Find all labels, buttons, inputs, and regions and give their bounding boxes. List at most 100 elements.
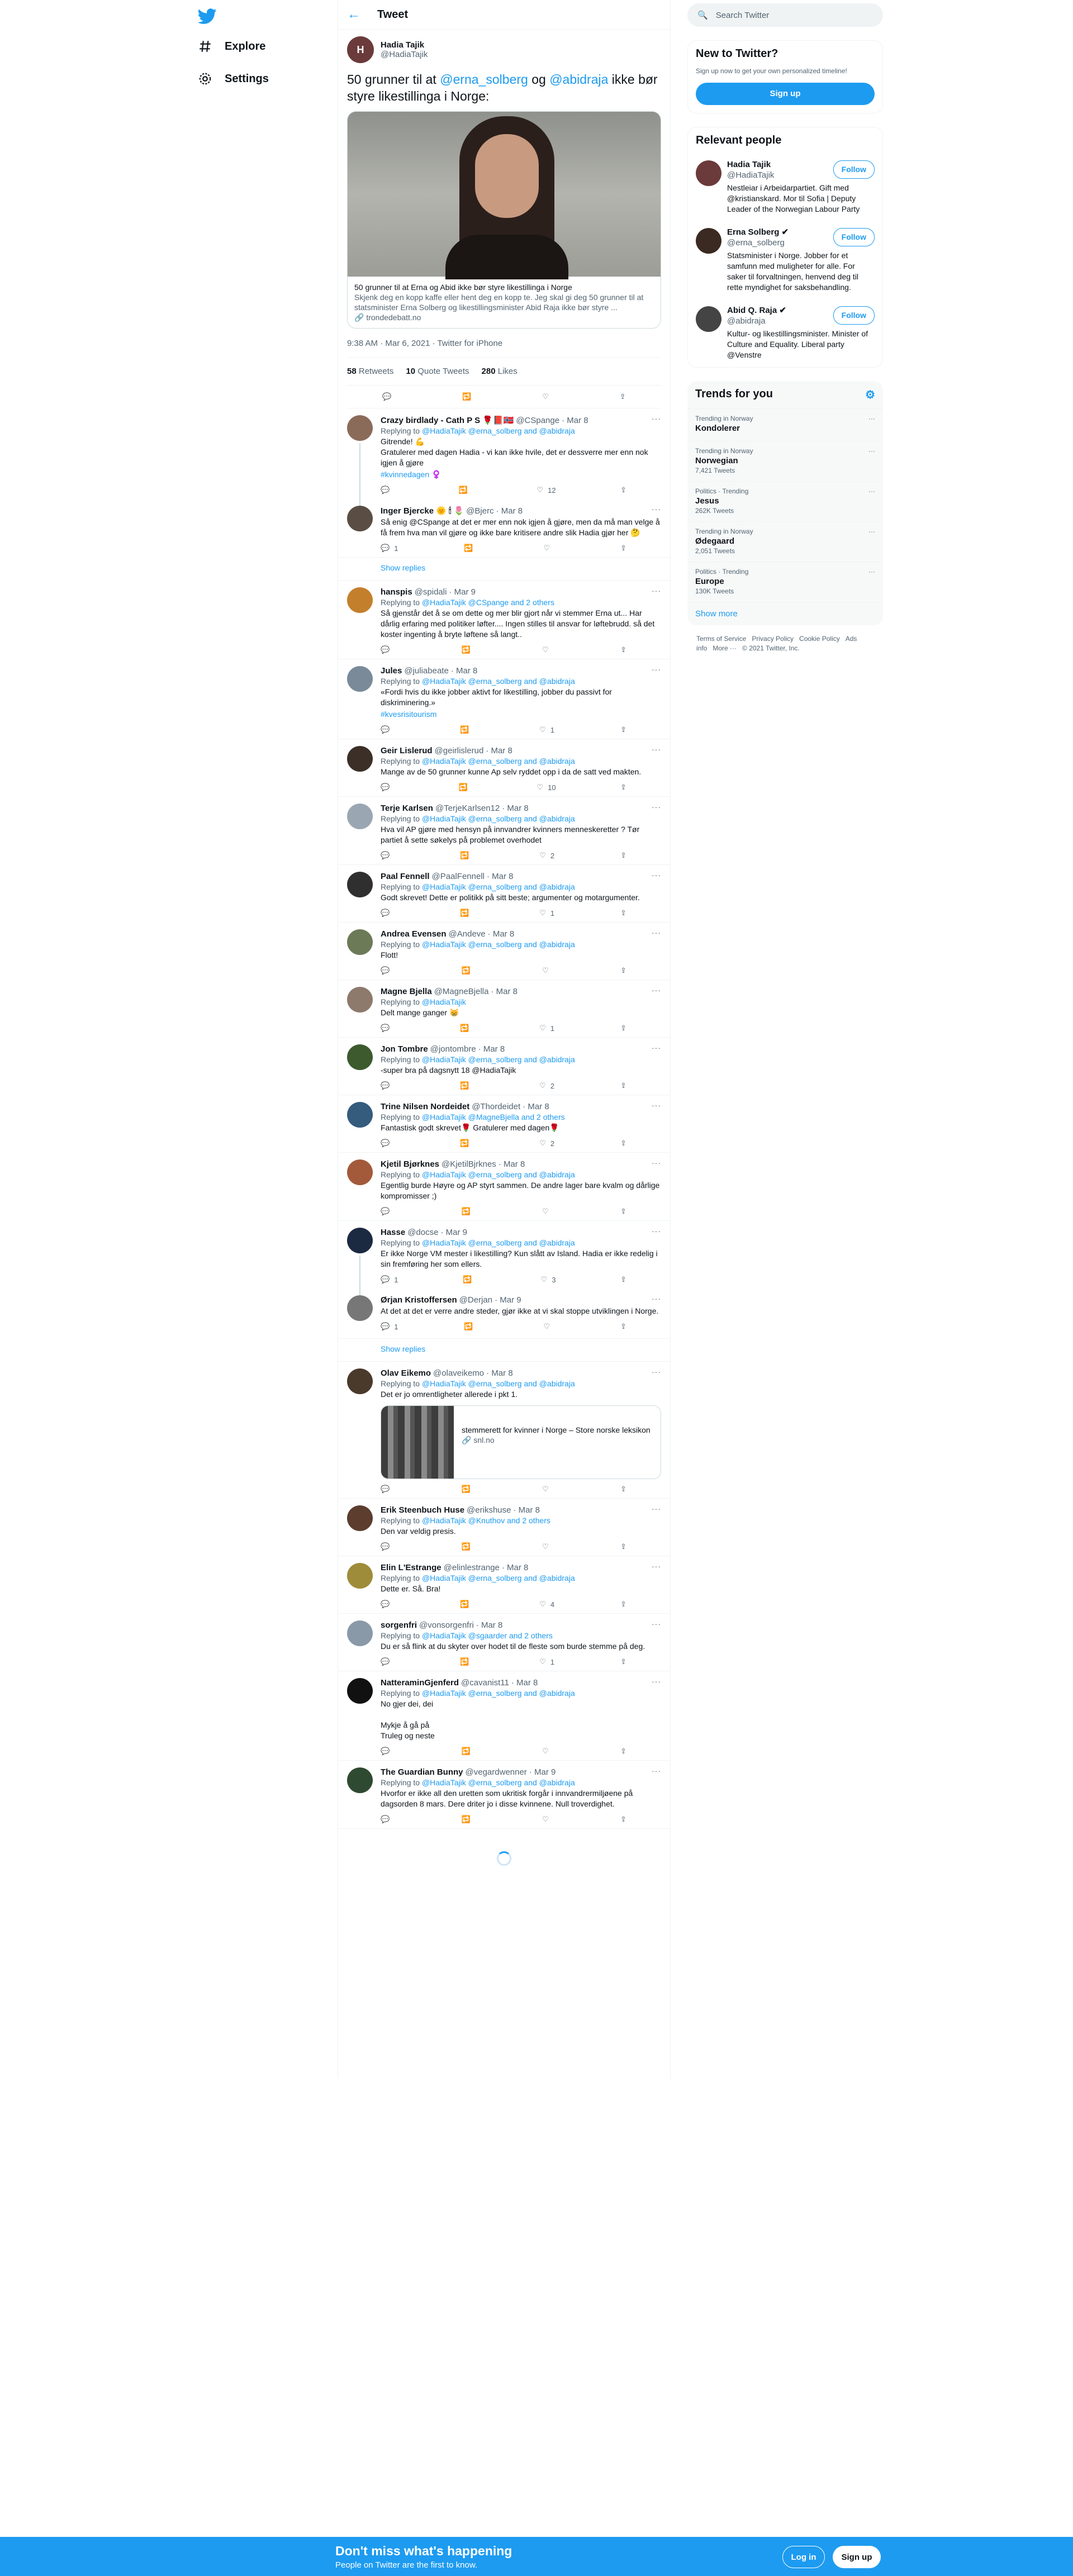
author-handle[interactable]: @Thordeidet — [472, 1102, 520, 1111]
tweet-date[interactable]: · Mar 8 — [476, 1620, 503, 1630]
avatar[interactable] — [696, 306, 721, 332]
author-name[interactable]: Trine Nilsen Nordeidet — [381, 1102, 469, 1111]
avatar[interactable] — [347, 1295, 373, 1321]
footer-link[interactable]: Cookie Policy — [799, 635, 840, 643]
tweet-date[interactable]: · Mar 8 — [502, 1563, 529, 1572]
like-icon[interactable]: ♡ — [542, 392, 549, 401]
share-icon[interactable]: ⇪ — [620, 1139, 626, 1148]
avatar[interactable] — [347, 1767, 373, 1793]
more-icon[interactable]: ··· — [652, 505, 661, 514]
author-name[interactable]: Olav Eikemo — [381, 1368, 431, 1378]
author-handle[interactable]: @MagneBjella — [434, 987, 489, 996]
reply-icon[interactable]: 💬 — [381, 966, 394, 975]
more-icon[interactable]: ··· — [652, 1504, 661, 1513]
author-handle[interactable]: @CSpange — [516, 416, 559, 425]
tweet-date[interactable]: · Mar 8 — [498, 1159, 525, 1169]
author-name[interactable]: Andrea Evensen — [381, 929, 447, 939]
tweet-date[interactable]: · Mar 9 — [440, 1228, 467, 1237]
trend-item[interactable]: Politics · Trending Europe 130K Tweets ··· — [687, 562, 883, 602]
avatar[interactable]: H — [347, 36, 374, 63]
like-icon[interactable]: ♡ 4 — [539, 1600, 554, 1609]
more-icon[interactable]: ··· — [652, 665, 661, 674]
author-handle[interactable]: @KjetilBjrknes — [441, 1159, 496, 1169]
more-icon[interactable]: ··· — [868, 568, 875, 576]
reply-tweet[interactable]: Jules @juliabeate · Mar 8 ··· Replying to @H… — [338, 659, 670, 739]
share-icon[interactable]: ⇪ — [620, 783, 626, 792]
replying-to-users[interactable]: @HadiaTajik @MagneBjella and 2 others — [422, 1113, 565, 1121]
retweet-icon[interactable]: 🔁 — [464, 544, 477, 553]
like-icon[interactable]: ♡ 12 — [536, 486, 556, 495]
nav-settings[interactable]: Settings — [190, 65, 277, 93]
author-name[interactable]: Inger Bjercke 🌞 🕯 🌷 — [381, 506, 464, 516]
avatar[interactable] — [347, 987, 373, 1013]
nav-explore[interactable]: Explore — [190, 32, 273, 60]
more-icon[interactable]: ··· — [868, 527, 875, 535]
author-handle[interactable]: @olaveikemo — [433, 1368, 484, 1378]
tweet-date[interactable]: · Mar 9 — [449, 587, 476, 597]
author-name[interactable]: sorgenfri — [381, 1620, 417, 1630]
tweet-date[interactable]: · Mar 8 — [496, 506, 523, 516]
like-icon[interactable]: ♡ — [542, 1815, 553, 1824]
author-handle[interactable]: @cavanist11 — [461, 1678, 509, 1688]
author-handle[interactable]: @vonsorgenfri — [419, 1620, 474, 1630]
more-icon[interactable]: ··· — [652, 1677, 661, 1686]
more-icon[interactable]: ··· — [652, 745, 661, 754]
author-name[interactable]: Erik Steenbuch Huse — [381, 1505, 464, 1515]
signup-button[interactable]: Sign up — [696, 83, 875, 105]
follow-button[interactable]: Follow — [833, 228, 875, 246]
avatar[interactable] — [696, 160, 721, 186]
share-icon[interactable]: ⇪ — [620, 1275, 626, 1284]
like-icon[interactable]: ♡ — [542, 1747, 553, 1756]
reply-tweet[interactable]: Inger Bjercke 🌞 🕯 🌷 @Bjerc · Mar 8 ··· Så en… — [338, 499, 670, 558]
reply-icon[interactable]: 💬 — [381, 783, 394, 792]
retweet-icon[interactable]: 🔁 — [460, 1657, 473, 1666]
retweet-icon[interactable]: 🔁 — [464, 1322, 477, 1331]
show-replies-link[interactable]: Show replies — [338, 558, 670, 581]
avatar[interactable] — [347, 872, 373, 897]
share-icon[interactable]: ⇪ — [620, 486, 626, 495]
tweet-date[interactable]: · Mar 8 — [511, 1678, 538, 1688]
reply-tweet[interactable]: NatteraminGjenferd @cavanist11 · Mar 8 ··· R… — [338, 1671, 670, 1761]
avatar[interactable] — [347, 666, 373, 692]
reply-icon[interactable]: 💬 — [381, 1081, 394, 1090]
like-icon[interactable]: ♡ 2 — [539, 1139, 554, 1148]
like-icon[interactable]: ♡ 1 — [539, 1024, 554, 1033]
like-icon[interactable]: ♡ — [542, 1542, 553, 1551]
share-icon[interactable]: ⇪ — [620, 1747, 626, 1756]
reply-tweet[interactable]: Geir Lislerud @geirlislerud · Mar 8 ··· Repl… — [338, 739, 670, 797]
link-card[interactable]: 50 grunner til at Erna og Abid ikke bør … — [347, 111, 661, 329]
retweet-icon[interactable]: 🔁 — [460, 1024, 473, 1033]
like-icon[interactable]: ♡ 2 — [539, 1081, 554, 1090]
avatar[interactable] — [347, 1620, 373, 1646]
author-name[interactable]: Crazy birdlady - Cath P S 🌹📕🇳🇴 — [381, 415, 514, 425]
show-more-link[interactable]: Show more — [687, 602, 883, 625]
more-icon[interactable]: ··· — [652, 1101, 661, 1110]
author-handle[interactable]: @docse — [407, 1228, 438, 1237]
avatar[interactable] — [347, 1102, 373, 1128]
tweet-date[interactable]: · Mar 9 — [529, 1767, 556, 1777]
retweet-icon[interactable]: 🔁 — [462, 1815, 475, 1824]
reply-icon[interactable]: 💬 — [381, 645, 394, 654]
share-icon[interactable]: ⇪ — [620, 1657, 626, 1666]
retweet-icon[interactable]: 🔁 — [462, 392, 471, 401]
like-icon[interactable]: ♡ 1 — [539, 725, 554, 734]
author-handle[interactable]: @vegardwenner — [466, 1767, 527, 1777]
replying-to-users[interactable]: @HadiaTajik @erna_solberg and @abidraja — [422, 426, 575, 435]
tweet-date[interactable]: · Mar 8 — [451, 666, 478, 676]
share-icon[interactable]: ⇪ — [620, 1815, 626, 1824]
reply-icon[interactable]: 💬 — [381, 1139, 394, 1148]
reply-icon[interactable]: 💬 1 — [381, 1275, 398, 1284]
like-icon[interactable]: ♡ 10 — [536, 783, 556, 792]
author-name[interactable]: Elin L'Estrange — [381, 1563, 441, 1572]
avatar[interactable] — [696, 228, 721, 254]
show-replies-link[interactable]: Show replies — [338, 1339, 670, 1362]
reply-tweet[interactable]: Magne Bjella @MagneBjella · Mar 8 ··· Replyi… — [338, 980, 670, 1038]
author-name[interactable]: Paal Fennell — [381, 872, 430, 881]
author-handle[interactable]: @geirlislerud — [435, 746, 484, 755]
like-icon[interactable]: ♡ — [542, 966, 553, 975]
author-handle[interactable]: @Derjan — [459, 1295, 492, 1305]
replying-to-users[interactable]: @HadiaTajik @erna_solberg and @abidraja — [422, 677, 575, 686]
more-icon[interactable]: ··· — [868, 415, 875, 422]
reply-icon[interactable]: 💬 — [381, 486, 394, 495]
tweet-date[interactable]: · Mar 8 — [486, 746, 512, 755]
